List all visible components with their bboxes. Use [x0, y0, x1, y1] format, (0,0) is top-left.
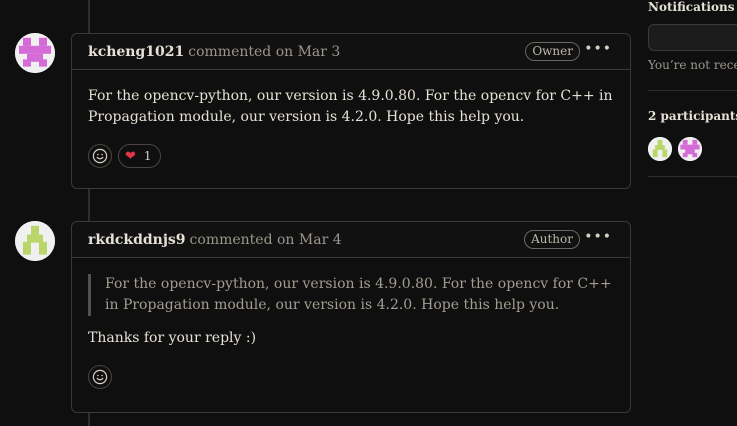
notifications-note: You’re not receiving	[648, 58, 737, 72]
comment-card: rkdckddnjs9 commented on Mar 4 Author ••…	[71, 221, 631, 413]
participant-avatar-kcheng1021[interactable]	[678, 137, 702, 161]
avatar-kcheng1021[interactable]	[15, 33, 55, 73]
comment-author-link[interactable]: rkdckddnjs9	[88, 232, 186, 248]
divider	[648, 176, 737, 177]
identicon-icon	[15, 221, 55, 261]
avatar-rkdckddnjs9[interactable]	[15, 221, 55, 261]
reaction-count: 1	[143, 149, 152, 163]
divider	[648, 90, 737, 91]
blockquote: For the opencv-python, our version is 4.…	[88, 274, 614, 316]
smiley-icon	[92, 369, 108, 385]
comment-body: For the opencv-python, our version is 4.…	[88, 88, 613, 125]
comment-text: Thanks for your reply :)	[88, 330, 257, 346]
participants-title: 2 participants	[648, 109, 737, 123]
comment-author-link[interactable]: kcheng1021	[88, 44, 184, 60]
comment-timestamp[interactable]: commented on Mar 3	[188, 44, 340, 60]
comment-header: kcheng1021 commented on Mar 3 Owner •••	[72, 34, 630, 70]
heart-icon: ❤	[125, 148, 136, 164]
author-badge: Author	[524, 230, 580, 249]
heart-reaction-button[interactable]: ❤ 1	[118, 144, 161, 168]
comment-header: rkdckddnjs9 commented on Mar 4 Author ••…	[72, 222, 630, 258]
comment-card: kcheng1021 commented on Mar 3 Owner ••• …	[71, 33, 631, 189]
comment-timestamp[interactable]: commented on Mar 4	[190, 232, 342, 248]
owner-badge: Owner	[525, 42, 580, 61]
participant-avatar-rkdckddnjs9[interactable]	[648, 137, 672, 161]
identicon-icon	[648, 137, 672, 161]
identicon-icon	[15, 33, 55, 73]
notifications-title: Notifications	[648, 0, 735, 14]
more-options-icon[interactable]: •••	[584, 42, 612, 56]
sidebar: Notifications You’re not receiving 2 par…	[648, 0, 737, 426]
comment-body: For the opencv-python, our version is 4.…	[72, 258, 630, 349]
reactions-bar	[72, 349, 630, 404]
reactions-bar: ❤ 1	[72, 128, 630, 183]
notifications-button[interactable]	[648, 24, 737, 51]
more-options-icon[interactable]: •••	[584, 230, 612, 244]
add-reaction-button[interactable]	[88, 365, 112, 389]
add-reaction-button[interactable]	[88, 144, 112, 168]
identicon-icon	[678, 137, 702, 161]
smiley-icon	[92, 148, 108, 164]
